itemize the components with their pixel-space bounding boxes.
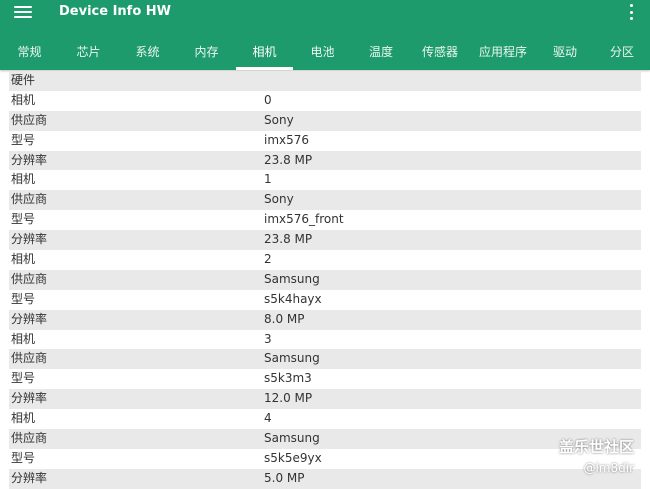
- tab-memory[interactable]: 内存: [177, 34, 236, 70]
- tab-chip[interactable]: 芯片: [59, 34, 118, 70]
- row-value: s5k5e9yx: [264, 450, 322, 465]
- row-value: 8.0 MP: [264, 311, 305, 326]
- row-label: 分辨率: [11, 470, 48, 485]
- list-item: 型号 s5k3m3: [9, 369, 641, 389]
- watermark: 盖乐世社区 @lm8dir: [559, 438, 634, 476]
- list-item: 分辨率 8.0 MP: [9, 309, 641, 330]
- list-item: 型号 s5k5e9yx: [9, 449, 641, 469]
- row-label: 硬件: [11, 73, 36, 87]
- tab-sensors[interactable]: 传感器: [410, 34, 470, 70]
- tab-drivers[interactable]: 驱动: [536, 34, 594, 70]
- row-value: imx576_front: [264, 212, 344, 227]
- tab-camera[interactable]: 相机: [236, 34, 293, 70]
- row-value: Sony: [264, 192, 294, 207]
- camera-info-list: 硬件 相机 0 供应商 Sony 型号 imx576 分辨率 23.8 MP 相机 1 供…: [9, 71, 641, 489]
- tab-apps[interactable]: 应用程序: [470, 34, 536, 70]
- row-label: 供应商: [11, 431, 48, 446]
- tab-battery[interactable]: 电池: [293, 34, 352, 70]
- app-title: Device Info HW: [59, 4, 172, 19]
- row-label: 相机: [11, 252, 36, 267]
- tab-general[interactable]: 常规: [0, 34, 59, 70]
- tab-partitions[interactable]: 分区: [594, 34, 650, 70]
- row-value: Sony: [264, 112, 294, 127]
- row-label: 型号: [11, 291, 36, 306]
- watermark-brand: 盖乐世社区: [559, 438, 635, 456]
- row-value: 0: [264, 92, 272, 107]
- row-label: 分辨率: [11, 152, 48, 167]
- row-label: 型号: [11, 212, 36, 227]
- list-item: 供应商 Samsung: [9, 429, 641, 449]
- watermark-user: @lm8dir: [583, 461, 635, 475]
- list-item: 硬件: [9, 71, 641, 91]
- tab-bar: 常规 芯片 系统 内存 相机 电池 温度 传感器 应用程序 驱动 分区: [0, 34, 650, 70]
- row-label: 型号: [11, 450, 36, 465]
- list-item: 分辨率 5.0 MP: [9, 468, 641, 489]
- row-value: 4: [264, 411, 272, 426]
- row-value: s5k4hayx: [264, 291, 322, 306]
- list-item: 分辨率 12.0 MP: [9, 389, 641, 410]
- list-item: 型号 imx576_front: [9, 210, 641, 230]
- row-value: 3: [264, 331, 272, 346]
- list-item: 型号 s5k4hayx: [9, 290, 641, 310]
- row-label: 相机: [11, 411, 36, 426]
- list-item: 分辨率 23.8 MP: [9, 150, 641, 171]
- row-label: 型号: [11, 371, 36, 386]
- row-value: Samsung: [264, 271, 320, 286]
- row-value: Samsung: [264, 431, 320, 446]
- list-item: 供应商 Sony: [9, 110, 641, 131]
- row-value: 23.8 MP: [264, 152, 313, 167]
- more-options-icon[interactable]: [626, 4, 636, 20]
- list-item: 相机 3: [9, 330, 641, 350]
- list-item: 供应商 Samsung: [9, 269, 641, 290]
- row-label: 分辨率: [11, 311, 48, 326]
- row-value: 1: [264, 172, 272, 187]
- list-item: 分辨率 23.8 MP: [9, 230, 641, 251]
- hamburger-menu-icon[interactable]: [14, 4, 32, 20]
- row-label: 供应商: [11, 271, 48, 286]
- row-label: 相机: [11, 331, 36, 346]
- list-item: 相机 2: [9, 250, 641, 270]
- tab-indicator: [236, 67, 293, 70]
- row-label: 供应商: [11, 351, 48, 366]
- list-item: 供应商 Samsung: [9, 349, 641, 370]
- row-label: 分辨率: [11, 232, 48, 247]
- list-item: 相机 1: [9, 170, 641, 190]
- row-label: 型号: [11, 132, 36, 147]
- row-label: 相机: [11, 92, 36, 107]
- app-bar: Device Info HW 常规 芯片 系统 内存 相机 电池 温度 传感器 …: [0, 0, 650, 70]
- row-label: 相机: [11, 172, 36, 187]
- tab-system[interactable]: 系统: [118, 34, 177, 70]
- row-label: 分辨率: [11, 391, 48, 406]
- row-value: Samsung: [264, 351, 320, 366]
- row-value: 5.0 MP: [264, 470, 305, 485]
- row-label: 供应商: [11, 112, 48, 127]
- tab-temperature[interactable]: 温度: [352, 34, 410, 70]
- row-value: 2: [264, 252, 272, 267]
- list-item: 相机 4: [9, 409, 641, 429]
- list-item: 相机 0: [9, 91, 641, 111]
- row-value: 12.0 MP: [264, 391, 313, 406]
- row-value: imx576: [264, 132, 310, 147]
- list-item: 供应商 Sony: [9, 190, 641, 211]
- row-value: 23.8 MP: [264, 232, 313, 247]
- row-value: s5k3m3: [264, 371, 312, 386]
- list-item: 型号 imx576: [9, 131, 641, 151]
- row-label: 供应商: [11, 192, 48, 207]
